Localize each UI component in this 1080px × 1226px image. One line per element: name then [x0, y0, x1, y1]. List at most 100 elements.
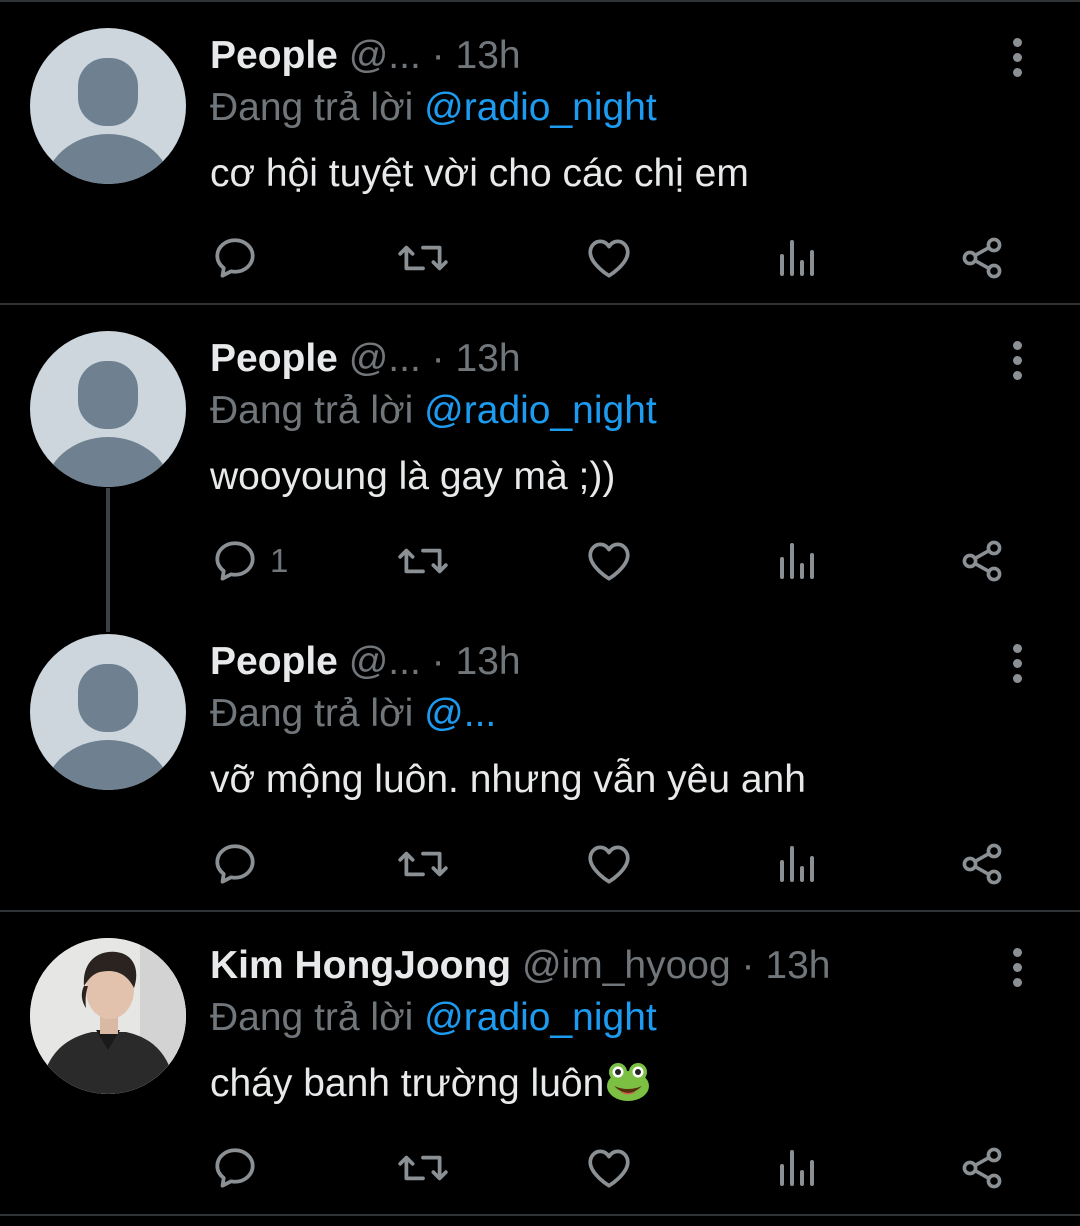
more-options-icon[interactable]	[1000, 948, 1034, 992]
like-icon	[588, 1149, 630, 1188]
share-button[interactable]	[958, 834, 1006, 894]
tweet-text: vỡ mộng luôn. nhưng vẫn yêu anh	[210, 758, 806, 801]
retweet-button[interactable]	[396, 1138, 450, 1198]
tweet-text: cơ hội tuyệt vời cho các chị em	[210, 152, 749, 195]
avatar[interactable]	[30, 634, 186, 790]
retweet-button[interactable]	[396, 834, 450, 894]
retweet-icon	[398, 245, 448, 271]
action-bar	[210, 834, 1030, 894]
reply-prefix: Đang trả lời	[210, 389, 414, 432]
display-name[interactable]: People	[210, 337, 338, 380]
retweet-icon	[398, 548, 448, 574]
reply-button[interactable]	[210, 834, 270, 894]
like-icon	[588, 239, 630, 278]
share-icon	[962, 237, 1002, 279]
retweet-button[interactable]	[396, 531, 450, 591]
replying-to: Đang trả lời @radio_night	[210, 387, 657, 435]
action-bar	[210, 228, 1030, 288]
timestamp[interactable]: 13h	[456, 337, 521, 380]
separator: ·	[431, 640, 445, 683]
default-avatar-icon	[44, 664, 172, 790]
tweet-text-content: cháy banh trường luôn	[210, 1062, 605, 1105]
avatar[interactable]	[30, 28, 186, 184]
more-options-icon[interactable]	[1000, 38, 1034, 82]
more-options-icon[interactable]	[1000, 341, 1034, 385]
timestamp[interactable]: 13h	[456, 640, 521, 683]
display-name[interactable]: People	[210, 640, 338, 683]
retweet-button[interactable]	[396, 228, 450, 288]
analytics-button[interactable]	[772, 1138, 820, 1198]
retweet-icon	[398, 1155, 448, 1181]
like-icon	[588, 845, 630, 884]
default-avatar-icon	[44, 361, 172, 487]
display-name[interactable]: People	[210, 34, 338, 77]
share-button[interactable]	[958, 228, 1006, 288]
avatar[interactable]	[30, 938, 186, 1094]
replying-to: Đang trả lời @radio_night	[210, 84, 657, 132]
tweet-header: Kim HongJoong @im_hyoog · 13h	[210, 942, 830, 990]
reply-icon	[215, 238, 255, 278]
frog-emoji-icon	[606, 1062, 650, 1102]
tweet-header: People @... · 13h	[210, 335, 521, 383]
profile-photo-icon	[30, 938, 186, 1094]
tweet-header: People @... · 13h	[210, 638, 521, 686]
reply-prefix: Đang trả lời	[210, 86, 414, 129]
handle[interactable]: @...	[349, 640, 421, 683]
display-name[interactable]: Kim HongJoong	[210, 944, 511, 987]
avatar[interactable]	[30, 331, 186, 487]
analytics-icon	[780, 846, 814, 882]
analytics-icon	[780, 1150, 814, 1186]
action-bar	[210, 1138, 1030, 1198]
analytics-button[interactable]	[772, 834, 820, 894]
share-icon	[962, 1147, 1002, 1189]
like-button[interactable]	[584, 1138, 634, 1198]
tweet-text: wooyoung là gay mà ;))	[210, 455, 616, 498]
like-button[interactable]	[584, 531, 634, 591]
reply-mention[interactable]: @radio_night	[424, 86, 657, 129]
action-bar: 1	[210, 531, 1030, 591]
reply-icon	[215, 541, 255, 581]
handle[interactable]: @im_hyoog	[522, 944, 731, 987]
timestamp[interactable]: 13h	[765, 944, 830, 987]
tweet-4[interactable]: Kim HongJoong @im_hyoog · 13h Đang trả l…	[0, 910, 1080, 1214]
analytics-icon	[780, 543, 814, 579]
separator: ·	[741, 944, 755, 987]
handle[interactable]: @...	[349, 337, 421, 380]
share-icon	[962, 540, 1002, 582]
reply-prefix: Đang trả lời	[210, 996, 414, 1039]
separator: ·	[431, 34, 445, 77]
more-options-icon[interactable]	[1000, 644, 1034, 688]
replying-to: Đang trả lời @radio_night	[210, 994, 657, 1042]
tweet-1[interactable]: People @... · 13h Đang trả lời @radio_ni…	[0, 0, 1080, 304]
tweet-divider	[0, 1214, 1080, 1216]
analytics-button[interactable]	[772, 228, 820, 288]
tweet-header: People @... · 13h	[210, 32, 521, 80]
like-button[interactable]	[584, 834, 634, 894]
share-icon	[962, 843, 1002, 885]
handle[interactable]: @...	[349, 34, 421, 77]
retweet-icon	[398, 851, 448, 877]
like-button[interactable]	[584, 228, 634, 288]
reply-mention[interactable]: @radio_night	[424, 389, 657, 432]
tweet-3[interactable]: People @... · 13h Đang trả lời @... vỡ m…	[0, 606, 1080, 910]
timestamp[interactable]: 13h	[456, 34, 521, 77]
share-button[interactable]	[958, 531, 1006, 591]
reply-button[interactable]: 1	[210, 531, 288, 591]
tweet-2[interactable]: People @... · 13h Đang trả lời @radio_ni…	[0, 303, 1080, 606]
reply-button[interactable]	[210, 1138, 270, 1198]
default-avatar-icon	[44, 58, 172, 184]
share-button[interactable]	[958, 1138, 1006, 1198]
tweet-text: cháy banh trường luôn	[210, 1060, 650, 1108]
reply-mention[interactable]: @...	[424, 692, 496, 735]
like-icon	[588, 542, 630, 581]
separator: ·	[431, 337, 445, 380]
reply-icon	[215, 844, 255, 884]
reply-button[interactable]	[210, 228, 270, 288]
reply-prefix: Đang trả lời	[210, 692, 414, 735]
reply-icon	[215, 1148, 255, 1188]
analytics-button[interactable]	[772, 531, 820, 591]
analytics-icon	[780, 240, 814, 276]
replying-to: Đang trả lời @...	[210, 690, 496, 738]
reply-mention[interactable]: @radio_night	[424, 996, 657, 1039]
reply-count: 1	[270, 542, 289, 579]
